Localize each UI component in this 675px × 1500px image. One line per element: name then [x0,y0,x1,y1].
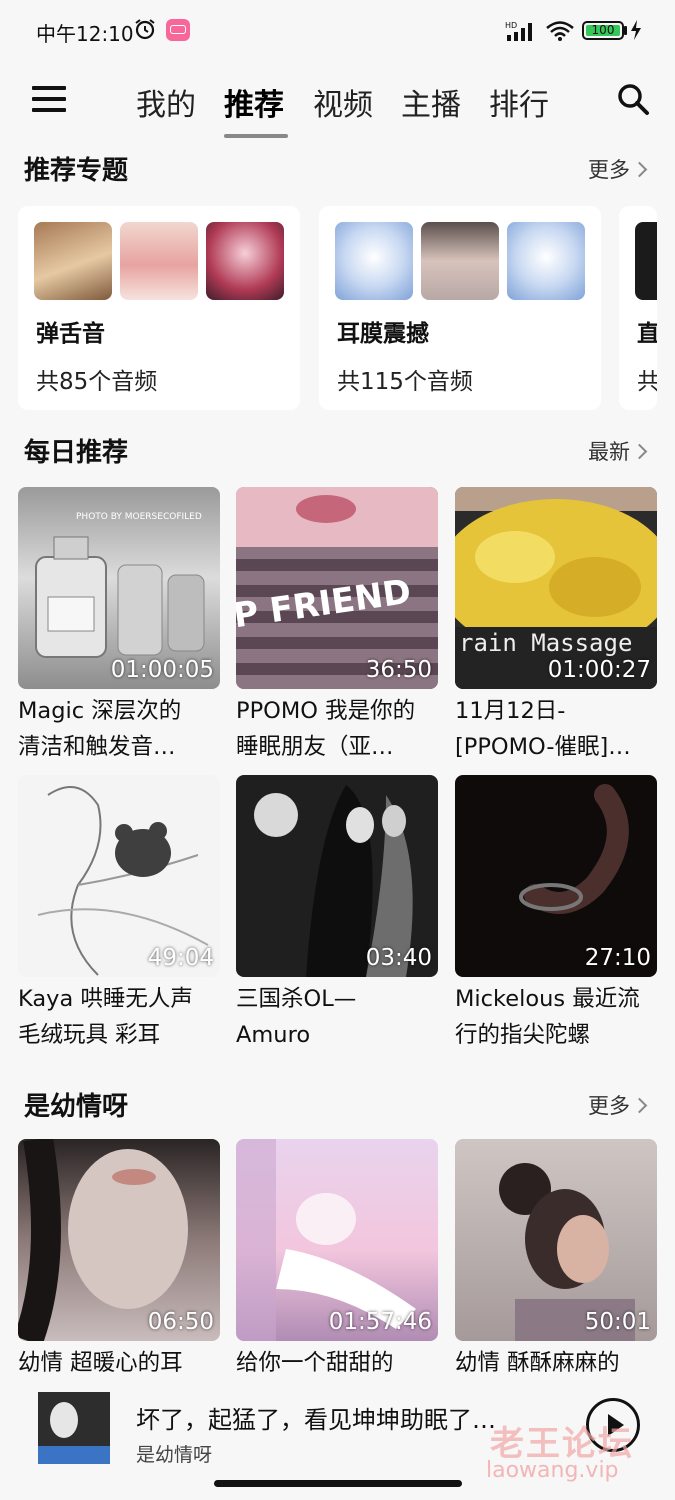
video-title: 11月12日- [PPOMO-催眠]… [455,698,631,760]
youqing-more-link[interactable]: 更多 [588,1090,648,1120]
signal-icon: HD [505,21,532,41]
video-thumbnail: PHOTO BY MOERSECOFILED 01:00:05 [18,487,220,689]
battery-indicator: 100 [582,21,624,40]
video-duration: 03:40 [365,945,432,971]
video-title: Kaya 哄睡无人声 毛绒玩具 彩耳 [18,986,193,1048]
signal-hd-label: HD [505,21,517,30]
video-title: 给你一个甜甜的 [236,1350,394,1376]
video-duration: 49:04 [147,945,214,971]
topic-count: 共 [637,369,657,395]
chevron-right-icon [631,443,648,460]
wifi-icon [546,21,574,41]
daily-latest-link[interactable]: 最新 [588,436,648,466]
tab-video[interactable]: 视频 [313,80,373,124]
battery-cap [624,26,627,35]
topic-thumbnail [206,222,284,300]
video-thumbnail: rain Massage 01:00:27 [455,487,657,689]
video-duration: 06:50 [147,1309,214,1335]
video-title: Mickelous 最近流 行的指尖陀螺 [455,986,640,1048]
watermark-url: laowang.vip [486,1458,619,1483]
video-title: PPOMO 我是你的 睡眠朋友（亚… [236,698,416,760]
video-title: 幼情 酥酥麻麻的 [455,1350,620,1376]
topic-thumbnail [421,222,499,300]
topic-thumbnail [34,222,112,300]
video-title: 幼情 超暖心的耳 [18,1350,183,1376]
tab-recommend[interactable]: 推荐 [224,80,284,124]
topic-name: 耳膜震撼 [337,321,429,347]
topic-count: 共85个音频 [36,369,158,395]
topic-card-partial[interactable]: 直 共 [619,206,657,410]
section-title-youqing: 是幼情呀 [24,1092,129,1122]
status-time: 中午12:10 [36,22,134,46]
thumbnail-overlay-text: rain Massage [459,629,632,657]
search-icon[interactable] [616,82,650,116]
video-duration: 01:00:05 [110,657,214,683]
topic-card[interactable]: 耳膜震撼 共115个音频 [319,206,601,410]
video-thumbnail: 06:50 [18,1139,220,1341]
video-title: 三国杀OL— Amuro [236,986,357,1048]
topic-name: 直 [637,321,657,347]
player-cover-art [38,1392,110,1464]
topics-more-link[interactable]: 更多 [588,154,648,184]
bilibili-app-icon [166,19,190,41]
topics-more-label: 更多 [588,158,630,182]
video-duration: 01:57:46 [328,1309,432,1335]
chevron-right-icon [631,1097,648,1114]
daily-latest-label: 最新 [588,440,630,464]
video-title: Magic 深层次的 清洁和触发音… [18,698,182,760]
video-thumbnail: 03:40 [236,775,438,977]
tab-ranking[interactable]: 排行 [489,80,549,124]
player-title: 坏了，起猛了，看见坤坤助眠了… [136,1406,496,1434]
video-thumbnail: 27:10 [455,775,657,977]
topic-card[interactable]: 弹舌音 共85个音频 [18,206,300,410]
video-thumbnail: P FRIEND 36:50 [236,487,438,689]
video-duration: 50:01 [584,1309,651,1335]
video-thumbnail: 50:01 [455,1139,657,1341]
hamburger-menu-icon[interactable] [32,86,66,112]
video-thumbnail: 49:04 [18,775,220,977]
video-duration: 01:00:27 [547,657,651,683]
status-bar: 中午12:10 HD 100 [0,0,675,62]
topic-thumbnail [635,222,657,300]
video-duration: 36:50 [365,657,432,683]
active-tab-indicator [224,134,288,138]
section-title-topics: 推荐专题 [24,156,129,186]
alarm-icon [135,19,155,40]
topic-thumbnail [507,222,585,300]
section-title-daily: 每日推荐 [24,438,129,468]
home-indicator[interactable] [214,1480,462,1487]
topic-count: 共115个音频 [337,369,473,395]
topic-name: 弹舌音 [36,321,105,347]
top-navigation: 我的 推荐 视频 主播 排行 [0,62,675,142]
tab-anchor[interactable]: 主播 [401,80,461,124]
youqing-more-label: 更多 [588,1094,630,1118]
battery-level-text: 100 [591,23,615,37]
chevron-right-icon [631,161,648,178]
cover-image [38,1392,110,1464]
topic-thumbnail [335,222,413,300]
topic-thumbnail [120,222,198,300]
thumbnail-watermark-text: PHOTO BY MOERSECOFILED [76,512,202,522]
player-subtitle: 是幼情呀 [136,1444,213,1466]
tab-mine[interactable]: 我的 [136,80,196,124]
charging-bolt-icon [631,20,641,40]
video-duration: 27:10 [584,945,651,971]
video-thumbnail: 01:57:46 [236,1139,438,1341]
